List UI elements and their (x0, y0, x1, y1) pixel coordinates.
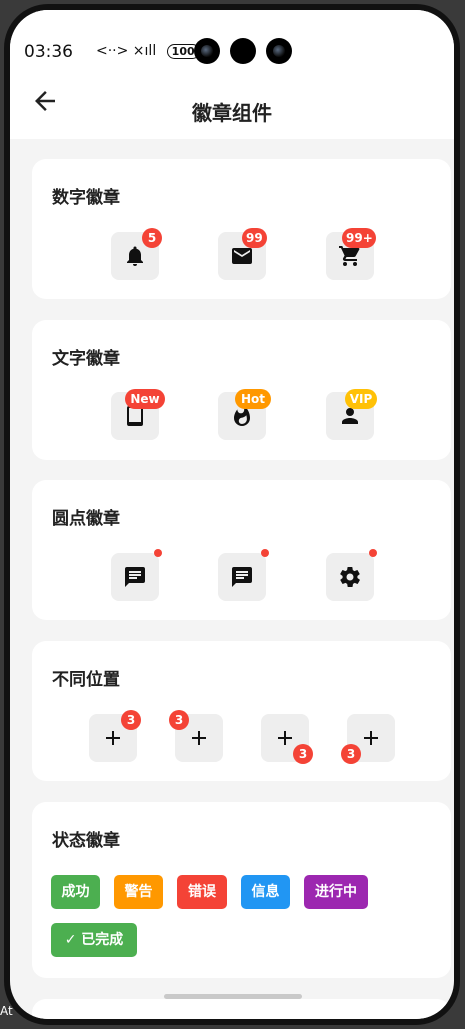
position-badge: 3 (121, 710, 141, 730)
status-time: 03:36 (24, 42, 73, 62)
side-text: At (0, 1004, 13, 1018)
tag-error[interactable]: 错误 (177, 875, 227, 909)
tag-warning[interactable]: 警告 (114, 875, 163, 909)
bell-icon (127, 246, 143, 266)
section-title: 状态徽章 (52, 831, 120, 851)
message-icon (232, 567, 252, 587)
next-card (32, 999, 451, 1019)
network-status: <··> ×ıll (96, 43, 157, 59)
page-title: 徽章组件 (192, 101, 272, 125)
settings-button[interactable] (326, 553, 374, 601)
camera-icon (266, 38, 292, 64)
position-badge: 3 (293, 744, 313, 764)
phone-frame: 03:36 <··> ×ıll 100 徽章组件 数字徽章 5 99 99+ 文… (4, 4, 460, 1025)
tag-in-progress[interactable]: 进行中 (304, 875, 368, 909)
message-icon (125, 567, 145, 587)
tag-info[interactable]: 信息 (241, 875, 290, 909)
network-icons: <··> ×ıll 100 (96, 43, 200, 59)
section-title: 文字徽章 (52, 349, 120, 369)
text-badge-card: 文字徽章 New Hot VIP (32, 320, 451, 460)
position-badge-card: 不同位置 3 3 3 3 (32, 641, 451, 781)
text-badge: New (125, 389, 165, 409)
plus-icon (192, 731, 206, 745)
dot-badge-card: 圆点徽章 (32, 480, 451, 620)
position-badge: 3 (341, 744, 361, 764)
app-bar: 徽章组件 (10, 70, 454, 139)
status-badge-card: 状态徽章 成功 警告 错误 信息 进行中 ✓ 已完成 (32, 802, 451, 978)
plus-icon (364, 731, 378, 745)
plus-icon (106, 731, 120, 745)
numeric-badge-card: 数字徽章 5 99 99+ (32, 159, 451, 299)
section-title: 数字徽章 (52, 188, 120, 208)
message-button[interactable] (111, 553, 159, 601)
count-badge: 99+ (342, 228, 376, 248)
camera-cutout-icon (230, 38, 256, 64)
screen: 03:36 <··> ×ıll 100 徽章组件 数字徽章 5 99 99+ 文… (10, 10, 454, 1019)
text-badge: Hot (235, 389, 271, 409)
status-bar: 03:36 <··> ×ıll 100 (10, 10, 454, 70)
dot-badge (154, 549, 162, 557)
plus-icon (278, 731, 292, 745)
count-badge: 99 (242, 228, 267, 248)
tag-success[interactable]: 成功 (51, 875, 100, 909)
message-button[interactable] (218, 553, 266, 601)
tag-completed[interactable]: ✓ 已完成 (51, 923, 137, 957)
section-title: 不同位置 (52, 670, 120, 690)
position-badge: 3 (169, 710, 189, 730)
dot-badge (261, 549, 269, 557)
dot-badge (369, 549, 377, 557)
text-badge: VIP (345, 389, 377, 409)
section-title: 圆点徽章 (52, 509, 120, 529)
count-badge: 5 (142, 228, 162, 248)
camera-icon (194, 38, 220, 64)
gear-icon (340, 566, 360, 587)
home-indicator[interactable] (164, 994, 302, 999)
